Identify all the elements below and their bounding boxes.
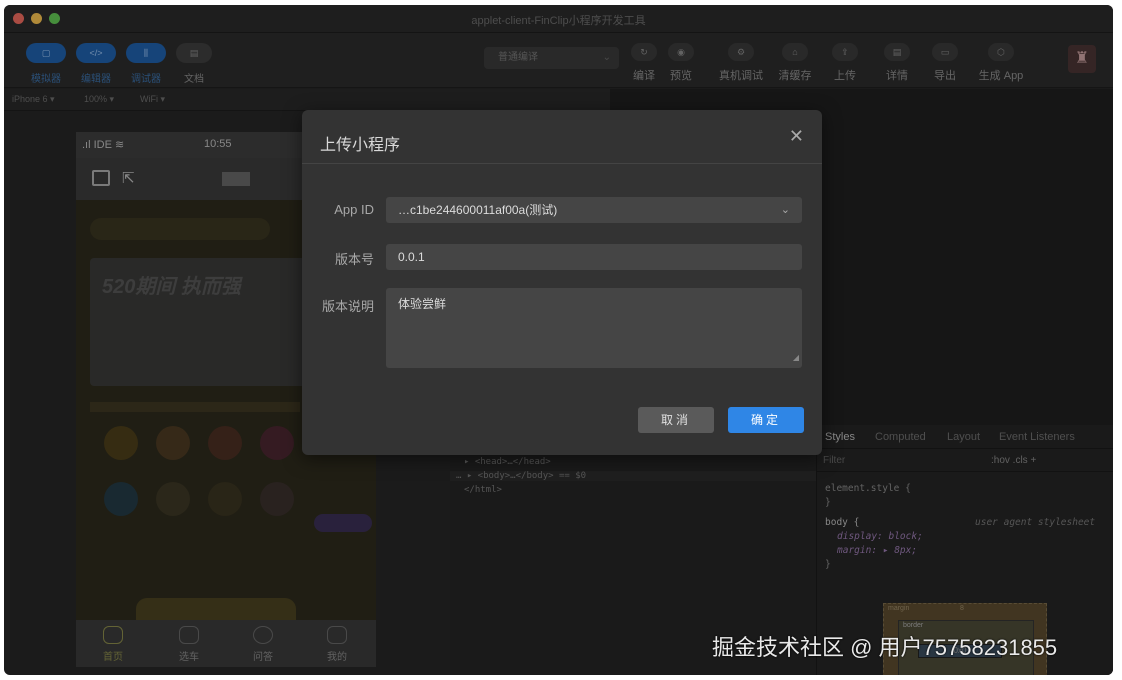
ide-window: applet-client-FinClip小程序开发工具 ▢ 模拟器 </> 编…: [4, 5, 1113, 675]
confirm-button[interactable]: 确定: [728, 407, 804, 433]
close-icon[interactable]: ✕: [789, 126, 804, 147]
app-id-label: App ID: [334, 202, 374, 217]
chevron-down-icon: ⌄: [780, 204, 790, 216]
resize-handle-icon[interactable]: ◢: [793, 350, 799, 366]
watermark-text: 掘金技术社区 @ 用户75758231855: [712, 635, 1058, 660]
version-label: 版本号: [334, 252, 374, 267]
version-input[interactable]: 0.0.1: [386, 244, 802, 270]
app-id-value: …c1be244600011af00a(测试): [398, 203, 558, 217]
dialog-header: 上传小程序 ✕: [302, 110, 822, 164]
upload-dialog: 上传小程序 ✕ App ID …c1be244600011af00a(测试) ⌄…: [302, 110, 822, 455]
dialog-title: 上传小程序: [320, 137, 401, 154]
description-textarea[interactable]: 体验尝鲜 ◢: [386, 288, 802, 368]
cancel-button[interactable]: 取消: [638, 407, 714, 433]
app-id-select[interactable]: …c1be244600011af00a(测试) ⌄: [386, 197, 802, 223]
description-label: 版本说明: [321, 299, 374, 314]
description-value: 体验尝鲜: [398, 297, 447, 311]
